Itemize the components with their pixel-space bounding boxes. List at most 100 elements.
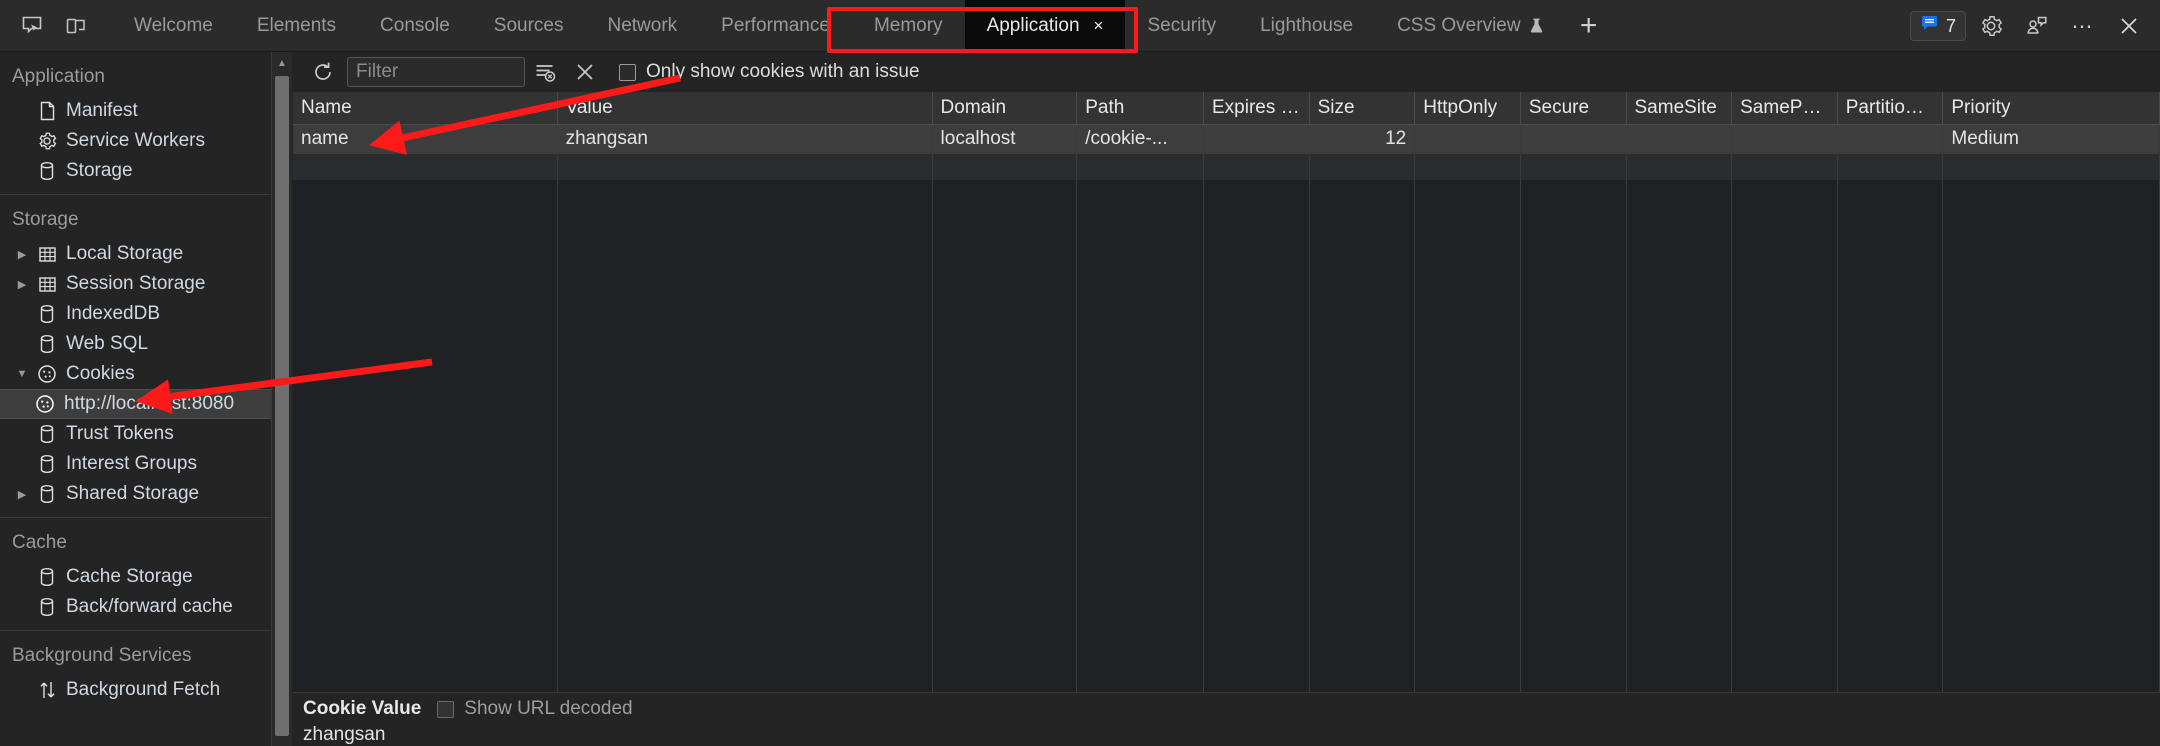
tab-memory[interactable]: Memory [852,0,965,52]
chevron-right-icon[interactable]: ▶ [12,488,32,501]
sidebar-item-shared-storage[interactable]: ▶ Shared Storage [0,479,271,509]
arrows-updown-icon [32,680,62,700]
chevron-right-icon[interactable]: ▶ [12,278,32,291]
only-issues-checkbox-wrap[interactable]: Only show cookies with an issue [619,61,920,83]
table-row[interactable]: name zhangsan localhost /cookie-... 12 M… [293,124,2160,154]
sidebar-item-web-sql[interactable]: ▶ Web SQL [0,329,271,359]
tab-security[interactable]: Security [1125,0,1238,52]
sidebar-item-label: http://localhost:8080 [64,393,235,414]
column-header-sameparty[interactable]: SameParty [1731,92,1838,125]
only-issues-checkbox[interactable] [619,63,636,81]
refresh-icon[interactable] [303,55,343,89]
column-header-name[interactable]: Name [293,92,558,125]
tab-label: Lighthouse [1260,14,1354,36]
tab-label: Welcome [134,14,213,36]
show-url-decoded-wrap[interactable]: Show URL decoded [437,698,633,720]
panel-tabs: Welcome Elements Console Sources Network… [112,0,1612,52]
tab-performance[interactable]: Performance [699,0,852,52]
clear-all-cookies-icon[interactable] [565,55,605,89]
sidebar-item-indexeddb[interactable]: ▶ IndexedDB [0,299,271,329]
tab-label: Memory [873,14,943,36]
chevron-right-icon[interactable]: ▶ [12,248,32,261]
tab-label: Network [607,14,678,36]
column-header-partition[interactable]: Partition ... [1837,92,1944,125]
devtools-global-actions: 7 ⋯ [1909,0,2150,52]
show-url-decoded-checkbox[interactable] [437,700,455,718]
cookie-icon [30,394,60,414]
scrollbar-thumb[interactable] [275,76,289,736]
cell-httponly [1414,124,1521,154]
tab-label: Elements [256,14,337,36]
column-header-expires[interactable]: Expires / ... [1203,92,1310,125]
devtools-window: Welcome Elements Console Sources Network… [0,0,2160,746]
sidebar-section-cache-title: Cache [12,532,67,553]
column-header-priority[interactable]: Priority [1942,92,2160,125]
column-header-samesite[interactable]: SameSite [1626,92,1733,125]
column-header-path[interactable]: Path [1076,92,1204,125]
cell-size: 12 [1309,124,1416,154]
sidebar-item-background-fetch[interactable]: ▶ Background Fetch [0,675,271,705]
tab-sources[interactable]: Sources [472,0,586,52]
sidebar-item-label: Cookies [66,363,135,384]
tab-label: Application [986,14,1080,36]
add-panel-button[interactable]: + [1566,0,1612,52]
cookies-toolbar: Only show cookies with an issue [293,52,2160,92]
sidebar-item-label: Cache Storage [66,566,193,587]
filter-input[interactable] [347,57,525,87]
table-icon [32,245,62,264]
sidebar-item-trust-tokens[interactable]: ▶ Trust Tokens [0,419,271,449]
sidebar-item-label: Local Storage [66,243,184,264]
column-header-size[interactable]: Size [1309,92,1416,125]
sidebar-item-interest-groups[interactable]: ▶ Interest Groups [0,449,271,479]
cell-priority: Medium [1942,124,2160,154]
sidebar-item-service-workers[interactable]: ▶ Service Workers [0,126,271,156]
cookie-value-panel: Cookie Value Show URL decoded zhangsan [293,692,2160,746]
sidebar-item-session-storage[interactable]: ▶ Session Storage [0,269,271,299]
tab-application[interactable]: Application × [964,0,1126,52]
sidebar-item-manifest[interactable]: ▶ Manifest [0,96,271,126]
tab-lighthouse[interactable]: Lighthouse [1238,0,1375,52]
sidebar-scrollbar[interactable]: ▲ [272,52,292,746]
tab-network[interactable]: Network [585,0,699,52]
cookies-table-wrap[interactable]: Name Value Domain Path Expires / ... Siz… [293,92,2160,692]
cookie-value-title: Cookie Value [303,698,422,719]
tab-welcome[interactable]: Welcome [112,0,235,52]
cell-secure [1520,124,1627,154]
table-icon [32,275,62,294]
cell-sameparty [1731,124,1838,154]
sidebar-item-cookies[interactable]: ▼ Cookies [0,359,271,389]
tab-label: CSS Overview [1397,14,1521,36]
column-header-domain[interactable]: Domain [932,92,1078,125]
sidebar-item-cookie-origin[interactable]: http://localhost:8080 [0,389,271,419]
tab-elements[interactable]: Elements [235,0,358,52]
tab-css-overview[interactable]: CSS Overview [1375,0,1566,52]
sidebar-item-label: Session Storage [66,273,206,294]
sidebar-item-storage[interactable]: ▶ Storage [0,156,271,186]
clear-filtered-cookies-icon[interactable] [525,55,565,89]
sidebar-item-back-forward-cache[interactable]: ▶ Back/forward cache [0,592,271,622]
column-header-value[interactable]: Value [557,92,933,125]
close-devtools-icon[interactable] [2108,6,2150,46]
device-toolbar-icon[interactable] [54,6,98,46]
sidebar-item-label: Storage [66,160,133,181]
database-icon [32,161,62,181]
experimental-flask-icon [1529,18,1544,34]
column-header-secure[interactable]: Secure [1520,92,1627,125]
sidebar-section-application-title: Application [12,66,105,87]
customize-devtools-icon[interactable] [2016,6,2058,46]
column-header-httponly[interactable]: HttpOnly [1414,92,1521,125]
issues-badge[interactable]: 7 [1909,11,1966,41]
close-icon[interactable]: × [1094,17,1104,34]
tab-console[interactable]: Console [358,0,472,52]
more-options-icon[interactable]: ⋯ [2062,6,2104,46]
database-icon [32,484,62,504]
scroll-up-icon[interactable]: ▲ [272,52,292,74]
sidebar-item-cache-storage[interactable]: ▶ Cache Storage [0,562,271,592]
sidebar-item-local-storage[interactable]: ▶ Local Storage [0,239,271,269]
sidebar-section-storage-title: Storage [12,209,79,230]
sidebar-item-label: Interest Groups [66,453,197,474]
inspect-element-icon[interactable] [10,6,54,46]
settings-gear-icon[interactable] [1970,6,2012,46]
chevron-down-icon[interactable]: ▼ [12,368,32,380]
sidebar-section-background-services-title: Background Services [12,645,192,666]
